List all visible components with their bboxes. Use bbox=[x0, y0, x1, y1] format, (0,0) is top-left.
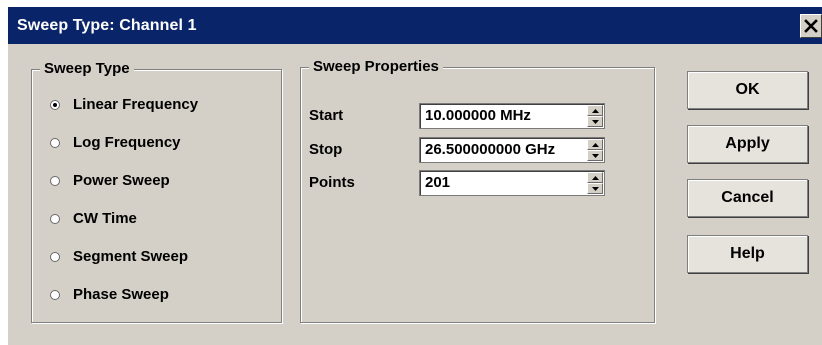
triangle-down-icon bbox=[591, 186, 599, 191]
sweep-type-legend: Sweep Type bbox=[40, 60, 134, 77]
sweep-properties-legend: Sweep Properties bbox=[309, 58, 443, 75]
radio-label: Power Sweep bbox=[73, 172, 170, 189]
sweep-properties-group: Sweep Properties Start Stop bbox=[300, 58, 655, 323]
dialog-title: Sweep Type: Channel 1 bbox=[17, 17, 197, 34]
points-label: Points bbox=[309, 174, 355, 191]
radio-label: Linear Frequency bbox=[73, 96, 199, 113]
radio-label: Phase Sweep bbox=[73, 286, 169, 303]
spin-down-button[interactable] bbox=[587, 150, 603, 161]
start-field[interactable] bbox=[419, 103, 605, 129]
radio-linear-frequency[interactable]: Linear Frequency bbox=[50, 96, 198, 113]
radio-button[interactable] bbox=[50, 251, 60, 262]
ok-button[interactable]: OK bbox=[687, 71, 808, 109]
triangle-down-icon bbox=[591, 153, 599, 158]
stop-field[interactable] bbox=[419, 137, 605, 163]
radio-button[interactable] bbox=[50, 213, 60, 224]
radio-label: Log Frequency bbox=[73, 134, 181, 151]
radio-button[interactable] bbox=[50, 137, 60, 148]
triangle-up-icon bbox=[591, 108, 599, 113]
stop-label: Stop bbox=[309, 141, 343, 158]
points-input[interactable] bbox=[420, 171, 583, 193]
radio-log-frequency[interactable]: Log Frequency bbox=[50, 134, 181, 151]
radio-power-sweep[interactable]: Power Sweep bbox=[50, 172, 170, 189]
spin-up-button[interactable] bbox=[587, 105, 603, 116]
triangle-up-icon bbox=[591, 175, 599, 180]
sweep-type-dialog: Sweep Type: Channel 1 Sweep Type Linear … bbox=[8, 7, 822, 345]
spin-up-button[interactable] bbox=[587, 139, 603, 150]
spin-down-button[interactable] bbox=[587, 183, 603, 194]
radio-label: Segment Sweep bbox=[73, 248, 189, 265]
start-input[interactable] bbox=[420, 104, 583, 126]
radio-button-selected[interactable] bbox=[50, 99, 60, 110]
start-spinner[interactable] bbox=[587, 105, 603, 127]
title-bar: Sweep Type: Channel 1 bbox=[8, 7, 822, 44]
radio-button[interactable] bbox=[50, 175, 60, 186]
spin-down-button[interactable] bbox=[587, 116, 603, 127]
radio-cw-time[interactable]: CW Time bbox=[50, 210, 137, 227]
radio-phase-sweep[interactable]: Phase Sweep bbox=[50, 286, 169, 303]
triangle-down-icon bbox=[591, 119, 599, 124]
radio-label: CW Time bbox=[73, 210, 137, 227]
sweep-type-group: Sweep Type Linear Frequency Log Frequenc… bbox=[31, 60, 282, 323]
start-label: Start bbox=[309, 107, 344, 124]
radio-button[interactable] bbox=[50, 289, 60, 300]
radio-segment-sweep[interactable]: Segment Sweep bbox=[50, 248, 188, 265]
points-field[interactable] bbox=[419, 170, 605, 196]
stop-input[interactable] bbox=[420, 138, 583, 160]
cancel-button[interactable]: Cancel bbox=[687, 179, 808, 217]
help-button[interactable]: Help bbox=[687, 235, 808, 273]
close-button[interactable] bbox=[800, 14, 822, 38]
apply-button[interactable]: Apply bbox=[687, 125, 808, 163]
triangle-up-icon bbox=[591, 142, 599, 147]
close-icon bbox=[804, 19, 818, 33]
stop-spinner[interactable] bbox=[587, 139, 603, 161]
points-spinner[interactable] bbox=[587, 172, 603, 194]
spin-up-button[interactable] bbox=[587, 172, 603, 183]
